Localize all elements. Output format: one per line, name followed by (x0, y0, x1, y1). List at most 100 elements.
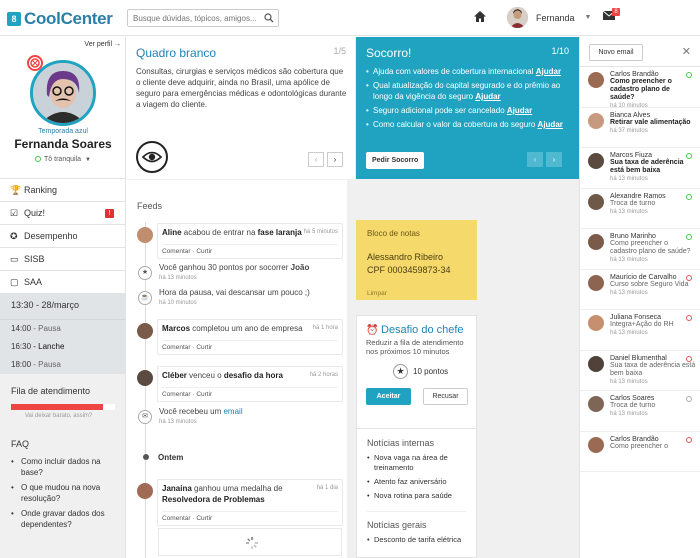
chevron-down-icon: ▼ (85, 157, 91, 163)
queue-subtitle: Vai deixar barato, assim? (25, 413, 93, 419)
faq-item[interactable]: Como incluir dados na base? (11, 456, 116, 478)
news-item[interactable]: Atento faz aniversário (367, 477, 466, 487)
message-item[interactable]: Alexandre Ramos Troca de turno há 13 minut… (580, 189, 700, 229)
new-email-button[interactable]: Novo email (589, 44, 643, 61)
message-item[interactable]: Juliana Fonseca Integra+Ação do RH há 13 m… (580, 310, 700, 351)
menu-label: Quiz! (24, 208, 46, 218)
help-title: Socorro! (366, 46, 412, 60)
menu-label: SAA (24, 277, 43, 287)
next-arrow-icon[interactable]: › (327, 152, 343, 167)
notepad[interactable]: Bloco de notas Alessandro Ribeiro CPF 00… (356, 220, 477, 300)
search-icon[interactable] (264, 13, 274, 23)
help-link[interactable]: Ajudar (507, 106, 532, 115)
home-icon[interactable] (474, 11, 486, 22)
faq-item[interactable]: O que mudou na nova resolução? (11, 482, 116, 504)
message-item[interactable]: Daniel Blumenthal Sua taxa de aderência e… (580, 351, 700, 391)
messages-header: Novo email ✕ (580, 37, 700, 67)
notepad-title: Bloco de notas (367, 229, 420, 238)
message-item[interactable]: Maurício de Carvalho Curso sobre Seguro V… (580, 270, 700, 310)
feeds-panel: Feeds há 5 minutos Aline acabou de entrar… (127, 180, 347, 558)
avatar (588, 315, 604, 331)
message-subject: Troca de turno (610, 402, 656, 409)
profile-avatar[interactable] (30, 60, 96, 126)
left-sidebar: Ver perfil → Temporada azul Fernanda Soa… (0, 37, 126, 558)
news-item[interactable]: Nova vaga na área de treinamento (367, 453, 466, 473)
menu-item-sisb[interactable]: ▭ SISB (0, 248, 125, 271)
prev-arrow-icon[interactable]: ‹ (527, 152, 543, 167)
message-item[interactable]: Carlos Soares Troca de turno há 13 minutos (580, 391, 700, 432)
message-item[interactable]: Bianca Alves Retirar vale alimentação há 3… (580, 108, 700, 148)
request-help-button[interactable]: Pedir Socorro (366, 152, 425, 169)
message-subject: Curso sobre Seguro Vida (610, 280, 689, 288)
message-item[interactable]: Marcos Fiuza Sua taxa de aderência está b… (580, 148, 700, 189)
spinner-icon (246, 537, 258, 549)
help-link[interactable]: Ajudar (536, 67, 561, 76)
avatar (137, 370, 153, 386)
menu-label: Ranking (24, 185, 58, 195)
queue-panel: Fila de atendimento Vai deixar barato, a… (0, 386, 125, 419)
comment-link[interactable]: Comentar (162, 248, 191, 255)
message-subject: Integra+Ação do RH (610, 321, 674, 328)
close-icon[interactable]: ✕ (682, 45, 691, 58)
mail-button[interactable]: 8 (602, 8, 620, 22)
help-link[interactable]: Ajudar (475, 92, 500, 101)
menu-item-saa[interactable]: ▢ SAA (0, 271, 125, 294)
challenge-points: ★ 10 pontos (393, 364, 448, 379)
profile-name: Fernanda Soares (14, 137, 112, 151)
whiteboard-card: Quadro branco 1/5 Consultas, cirurgias e… (127, 37, 355, 179)
menu-item-quiz[interactable]: ☑ Quiz!! (0, 202, 125, 225)
message-subject: Retirar vale alimentação (610, 118, 691, 126)
menu-item-desempenho[interactable]: ✪ Desempenho (0, 225, 125, 248)
view-profile-link[interactable]: Ver perfil → (84, 41, 121, 48)
accept-button[interactable]: Aceitar (366, 388, 411, 405)
message-subject: Como preencher o cadastro plano de saúde… (610, 78, 672, 101)
like-link[interactable]: Curtir (196, 344, 212, 351)
user-menu[interactable]: Fernanda ▼ (507, 7, 591, 28)
envelope-icon: ✉ (138, 410, 152, 424)
comment-link[interactable]: Comentar (162, 344, 191, 351)
like-link[interactable]: Curtir (196, 391, 212, 398)
help-card: Socorro! 1/10 Ajuda com valores de cober… (356, 37, 579, 179)
loading-box (158, 528, 342, 556)
avatar (588, 274, 604, 291)
message-item[interactable]: Carlos Brandão Como preencher o cadastro … (580, 67, 700, 109)
presence-status-icon (686, 396, 692, 402)
date-separator: Ontem (158, 453, 184, 462)
avatar (588, 193, 604, 210)
trophy-icon: 🏆 (10, 184, 22, 195)
message-item[interactable]: Bruno Marinho Como preencher o cadastro p… (580, 229, 700, 270)
season-label: Temporada azul (38, 128, 88, 135)
prev-arrow-icon[interactable]: ‹ (308, 152, 324, 167)
message-subject: Como preencher o cadastro plano de saúde… (610, 240, 691, 255)
like-link[interactable]: Curtir (196, 515, 212, 522)
news-item[interactable]: Nova rotina para saúde (367, 491, 466, 501)
like-link[interactable]: Curtir (196, 248, 212, 255)
message-subject: Sua taxa de aderência está bem baixa (610, 159, 684, 174)
faq-panel: FAQ Como incluir dados na base? O que mu… (0, 439, 125, 530)
clear-notes-link[interactable]: Limpar (367, 290, 387, 297)
faq-item[interactable]: Onde gravar dados dos dependentes? (11, 508, 116, 530)
presence-status-icon (686, 193, 692, 200)
search-input[interactable] (128, 10, 258, 26)
schedule-row: 18:00 - Pausa (11, 360, 61, 369)
message-item[interactable]: Carlos Brandão Como preencher o (580, 432, 700, 472)
message-time: há 13 minutos (610, 411, 648, 417)
avatar (588, 355, 604, 372)
decline-button[interactable]: Recusar (423, 388, 468, 405)
comment-link[interactable]: Comentar (162, 391, 191, 398)
help-counter: 1/10 (551, 46, 569, 56)
coffee-icon: ☕ (138, 291, 152, 305)
news-item[interactable]: Desconto de tarifa elétrica (367, 535, 466, 545)
status-selector[interactable]: Tô tranquila ▼ (0, 156, 126, 163)
achievement-badge-icon[interactable] (27, 55, 43, 71)
quiz-icon: ☑ (10, 207, 19, 218)
next-arrow-icon[interactable]: › (546, 152, 562, 167)
top-bar: 8 CoolCenter Fernanda ▼ 8 (0, 0, 700, 36)
help-link[interactable]: Ajudar (538, 120, 563, 129)
feed-card: há 1 dia Janaina ganhou uma medalha de Re… (157, 479, 343, 526)
feed-card: há 1 hora Marcos completou um ano de empr… (157, 319, 343, 355)
email-link[interactable]: email (223, 407, 242, 416)
comment-link[interactable]: Comentar (162, 515, 191, 522)
app-logo[interactable]: 8 CoolCenter (7, 9, 113, 29)
menu-item-ranking[interactable]: 🏆 Ranking (0, 179, 125, 202)
